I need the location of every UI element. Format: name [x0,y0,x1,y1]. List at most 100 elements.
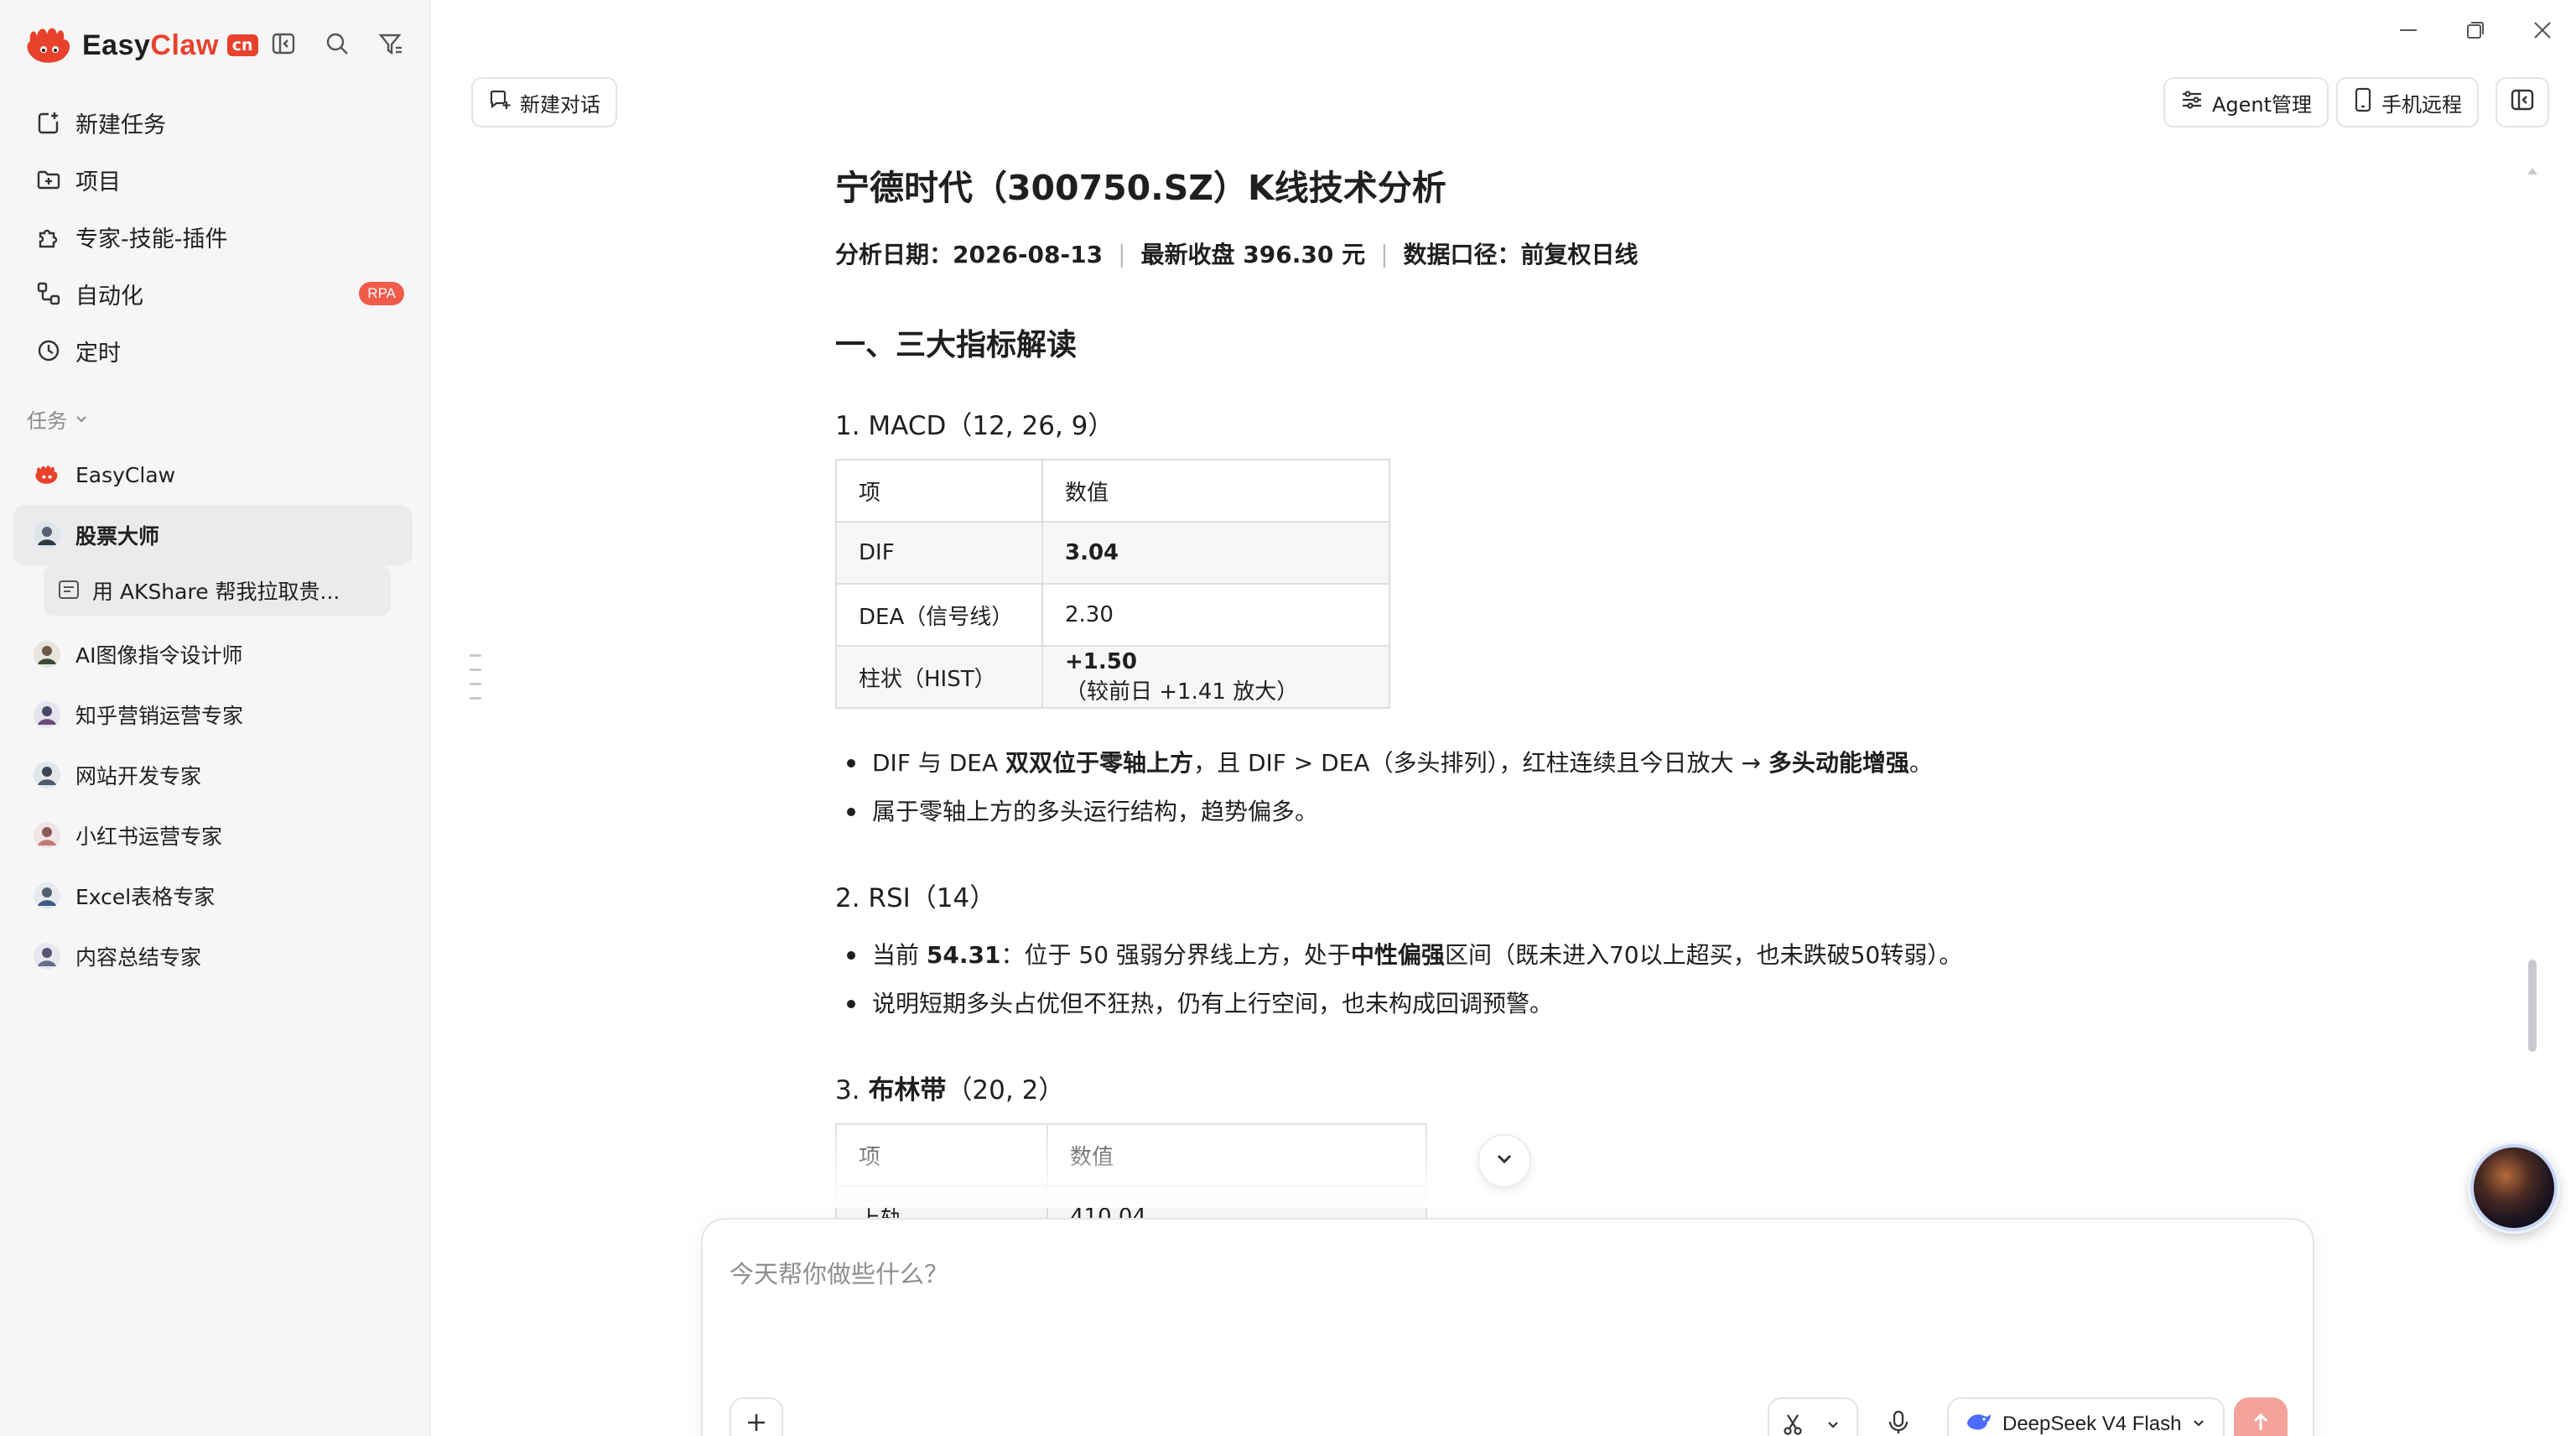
filter-icon[interactable] [376,29,406,59]
list-item: 属于零轴上方的多头运行结构，趋势偏多。 [835,788,2034,836]
automation-icon [34,278,64,309]
table-cell: DEA（信号线） [835,583,1043,647]
table-row: DIF 3.04 [835,521,1390,585]
task-label: 内容总结专家 [75,945,202,970]
rsi-bullets: 当前 54.31：位于 50 强弱分界线上方，处于中性偏强区间（既未进入70以上… [835,931,2034,1028]
meta-separator: | [1380,239,1389,268]
voice-input-button[interactable] [1868,1397,1929,1436]
table-row: DEA（信号线） 2.30 [835,583,1390,647]
cell-value: 3.04 [1065,540,1119,565]
phone-remote-button[interactable]: 手机远程 [2336,77,2479,127]
nav-label: 自动化 [75,283,143,310]
table-header-row: 项 数值 [835,459,1390,523]
task-content-summary[interactable]: 内容总结专家 [13,926,413,986]
article-meta: 分析日期：2026-08-13 | 最新收盘 396.30 元 | 数据口径：前… [835,237,2034,270]
search-icon[interactable] [322,29,352,59]
nav-automation[interactable]: 自动化 RPA [13,265,413,322]
tasks-section-toggle[interactable]: 任务 [27,404,89,434]
content-fade-overlay [835,1116,2034,1208]
new-chat-icon [488,88,512,117]
model-selector[interactable]: DeepSeek V4 Flash [1947,1397,2225,1436]
meta-close: 最新收盘 396.30 元 [1140,241,1366,268]
nav-label: 项目 [75,169,121,195]
new-chat-label: 新建对话 [520,92,600,117]
cell-value-rest: （较前日 +1.41 放大） [1065,679,1299,705]
sidebar: EasyClaw cn 新建任务 项目 专家-技能-插件 自动化 RPA 定时 … [0,0,431,1436]
chevron-down-icon [1493,1147,1516,1174]
tool-selector[interactable] [1768,1397,1858,1436]
agent-manage-label: Agent管理 [2212,92,2313,117]
macd-table: 项 数值 DIF 3.04 DEA（信号线） 2.30 柱状（HIST） +1.… [835,459,1390,709]
subtask-akshare[interactable]: 用 AKShare 帮我拉取贵... [44,565,391,616]
task-excel-expert[interactable]: Excel表格专家 [13,866,413,926]
cell-value-bold: +1.50 [1065,648,1137,674]
list-item: 当前 54.31：位于 50 强弱分界线上方，处于中性偏强区间（既未进入70以上… [835,931,2034,980]
task-xiaohongshu[interactable]: 小红书运营专家 [13,805,413,866]
scrollbar[interactable] [2528,168,2537,1090]
task-stock-master[interactable]: 股票大师 [13,505,413,565]
resize-handle[interactable] [470,654,483,713]
avatar [34,701,60,728]
attach-button[interactable] [730,1397,783,1436]
composer: 今天帮你做些什么？ DeepSeek V4 Flash [701,1218,2314,1436]
message-input[interactable]: 今天帮你做些什么？ [730,1255,948,1290]
collapse-sidebar-icon[interactable] [268,29,299,59]
macd-bullets: DIF 与 DEA 双双位于零轴上方，且 DIF > DEA（多头排列），红柱连… [835,739,2034,836]
nav-label: 新建任务 [75,112,166,138]
avatar [34,943,60,970]
task-label: Excel表格专家 [75,885,216,909]
table-cell: +1.50 （较前日 +1.41 放大） [1041,645,1390,709]
task-web-dev[interactable]: 网站开发专家 [13,745,413,805]
nav-schedule[interactable]: 定时 [13,322,413,379]
rpa-badge: RPA [359,282,404,305]
avatar [34,822,60,849]
avatar [34,522,60,549]
table-header-cell: 项 [835,459,1043,523]
nav-new-task[interactable]: 新建任务 [13,94,413,151]
task-list: EasyClaw 股票大师 用 AKShare 帮我拉取贵... AI图像指令设… [13,445,413,986]
app-logo: EasyClaw cn [25,22,258,69]
list-item: 说明短期多头占优但不狂热，仍有上行空间，也未构成回调预警。 [835,980,2034,1028]
scroll-to-bottom-button[interactable] [1478,1134,1531,1188]
minimize-icon[interactable] [2392,13,2425,47]
agent-manage-button[interactable]: Agent管理 [2163,77,2329,127]
restore-icon[interactable] [2459,13,2492,47]
toggle-panel-button[interactable] [2496,77,2549,127]
meta-date: 分析日期：2026-08-13 [835,241,1104,268]
nav-experts-skills-plugins[interactable]: 专家-技能-插件 [13,208,413,265]
macd-heading: 1. MACD（12, 26, 9） [835,411,1114,441]
table-cell: 柱状（HIST） [835,645,1043,709]
app-name: EasyClaw [82,29,219,61]
section-label: 任务 [27,409,67,433]
table-cell: 2.30 [1041,583,1390,647]
close-icon[interactable] [2526,13,2559,47]
phone-remote-label: 手机远程 [2381,92,2462,117]
new-chat-button[interactable]: 新建对话 [471,77,617,127]
nav-projects[interactable]: 项目 [13,151,413,208]
avatar [34,882,60,909]
send-button[interactable] [2234,1397,2288,1436]
task-easyclaw[interactable]: EasyClaw [13,445,413,505]
article-title: 宁德时代（300750.SZ）K线技术分析 [835,168,1446,208]
chevron-down-icon [1816,1417,1850,1432]
sliders-icon [2180,88,2204,117]
assistant-orb-button[interactable] [2470,1144,2558,1231]
task-label: 知乎营销运营专家 [75,704,244,728]
main-nav: 新建任务 项目 专家-技能-插件 自动化 RPA 定时 [13,94,413,379]
model-name: DeepSeek V4 Flash [2002,1413,2182,1435]
arrow-up-icon [2249,1411,2272,1436]
rsi-heading: 2. RSI（14） [835,883,996,913]
task-label: 小红书运营专家 [75,825,223,849]
microphone-icon [1887,1410,1910,1436]
nav-label: 专家-技能-插件 [75,226,228,252]
task-zhihu-marketing[interactable]: 知乎营销运营专家 [13,684,413,745]
new-task-icon [34,107,64,138]
table-row: 柱状（HIST） +1.50 （较前日 +1.41 放大） [835,645,1390,709]
table-cell: DIF [835,521,1043,585]
nav-label: 定时 [75,340,121,367]
scrollbar-thumb[interactable] [2528,960,2537,1052]
scissors-icon [1769,1413,1816,1436]
task-ai-image-designer[interactable]: AI图像指令设计师 [13,624,413,684]
table-header-cell: 数值 [1041,459,1390,523]
clock-icon [34,336,64,366]
